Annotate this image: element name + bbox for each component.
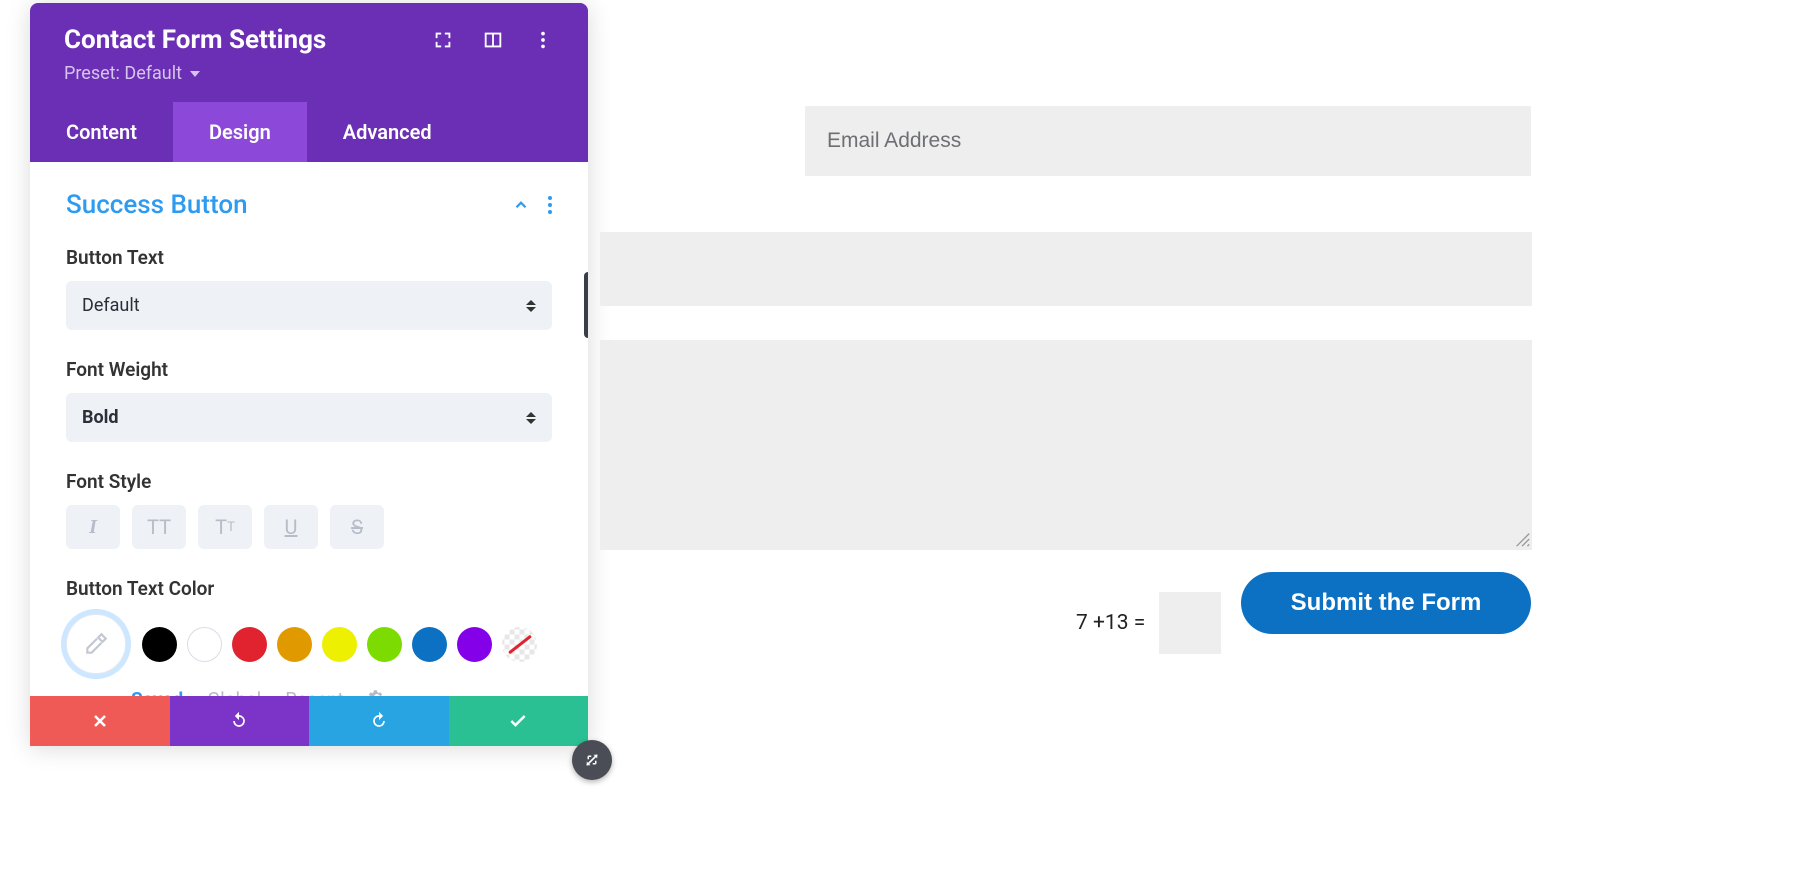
font-style-row: I TT TT U S	[66, 505, 552, 549]
button-text-label: Button Text	[66, 246, 552, 269]
button-text-value: Default	[82, 295, 140, 316]
uppercase-toggle[interactable]: TT	[132, 505, 186, 549]
font-weight-select[interactable]: Bold	[66, 393, 552, 442]
layout-icon[interactable]	[482, 29, 504, 51]
button-text-select[interactable]: Default	[66, 281, 552, 330]
color-swatch-row	[66, 614, 552, 674]
color-swatch-green[interactable]	[367, 627, 402, 662]
resize-panel-handle[interactable]	[572, 740, 612, 780]
captcha-text: 7 +13 =	[1076, 611, 1145, 635]
undo-button[interactable]	[170, 696, 310, 746]
cancel-button[interactable]	[30, 696, 170, 746]
panel-title: Contact Form Settings	[64, 25, 326, 55]
italic-toggle[interactable]: I	[66, 505, 120, 549]
fullscreen-icon[interactable]	[432, 29, 454, 51]
settings-panel: Contact Form Settings Preset: Default Co…	[30, 3, 588, 746]
scrollbar-thumb[interactable]	[584, 272, 588, 338]
tab-advanced[interactable]: Advanced	[307, 102, 468, 162]
caret-down-icon	[190, 71, 200, 77]
button-text-color-label: Button Text Color	[66, 577, 552, 600]
underline-toggle[interactable]: U	[264, 505, 318, 549]
color-swatch-yellow[interactable]	[322, 627, 357, 662]
color-swatch-red[interactable]	[232, 627, 267, 662]
palette-tab-saved[interactable]: Saved	[131, 688, 183, 696]
section-kebab-icon[interactable]	[548, 196, 552, 214]
color-swatch-blue[interactable]	[412, 627, 447, 662]
preset-label: Preset: Default	[64, 63, 182, 84]
kebab-menu-icon[interactable]	[532, 29, 554, 51]
font-weight-value: Bold	[82, 407, 119, 428]
captcha: 7 +13 =	[1076, 592, 1221, 654]
email-field[interactable]	[805, 106, 1531, 176]
palette-settings-icon[interactable]	[368, 688, 386, 696]
smallcaps-toggle[interactable]: TT	[198, 505, 252, 549]
strikethrough-toggle[interactable]: S	[330, 505, 384, 549]
tab-content[interactable]: Content	[30, 102, 173, 162]
color-swatch-white[interactable]	[187, 627, 222, 662]
collapse-icon[interactable]	[512, 196, 530, 214]
action-bar	[30, 696, 588, 746]
subject-field[interactable]	[600, 232, 1532, 306]
preset-dropdown[interactable]: Preset: Default	[64, 63, 200, 84]
submit-button[interactable]: Submit the Form	[1241, 572, 1531, 634]
save-button[interactable]	[449, 696, 589, 746]
message-field[interactable]	[600, 340, 1532, 550]
color-swatch-transparent[interactable]	[502, 627, 537, 662]
color-swatch-black[interactable]	[142, 627, 177, 662]
panel-body: Success Button Button Text Default Font …	[30, 162, 588, 696]
redo-button[interactable]	[309, 696, 449, 746]
font-style-label: Font Style	[66, 470, 552, 493]
tab-design[interactable]: Design	[173, 102, 307, 162]
color-swatch-purple[interactable]	[457, 627, 492, 662]
palette-tab-global[interactable]: Global	[207, 688, 261, 696]
section-title: Success Button	[66, 190, 248, 220]
textarea-resize-icon[interactable]	[1513, 530, 1531, 548]
palette-tab-recent[interactable]: Recent	[285, 688, 344, 696]
color-swatch-orange[interactable]	[277, 627, 312, 662]
palette-tabs: Saved Global Recent	[66, 674, 552, 696]
eyedropper-swatch[interactable]	[66, 614, 126, 674]
select-caret-icon	[526, 412, 536, 424]
panel-header: Contact Form Settings Preset: Default	[30, 3, 588, 102]
tabbar: Content Design Advanced	[30, 102, 588, 162]
captcha-input[interactable]	[1159, 592, 1221, 654]
font-weight-label: Font Weight	[66, 358, 552, 381]
select-caret-icon	[526, 300, 536, 312]
